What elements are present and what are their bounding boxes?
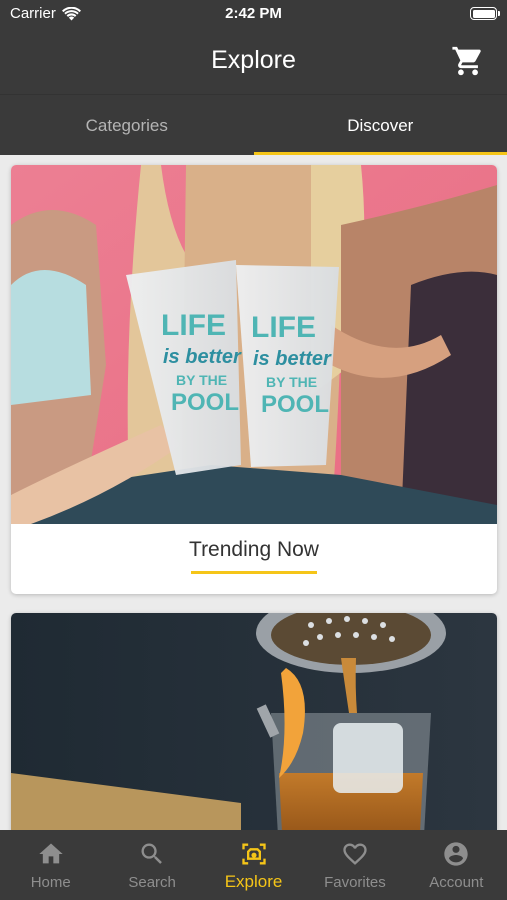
nav-explore[interactable]: Explore [203,830,304,900]
svg-text:POOL: POOL [171,389,239,416]
tab-categories[interactable]: Categories [0,95,254,155]
nav-home[interactable]: Home [0,830,101,900]
cart-button[interactable] [451,44,485,78]
bottom-tab-bar: Home Search Explore Favorites Account [0,830,507,900]
tab-discover[interactable]: Discover [253,95,507,155]
nav-explore-label: Explore [224,872,283,891]
battery-fill [472,9,495,18]
trending-card-image: LIFE is better BY THE POOL LIFE is bette… [11,165,497,524]
status-time: 2:42 PM [225,5,282,22]
shopping-cart-icon [452,46,481,76]
svg-text:is better: is better [253,348,332,370]
battery-icon [470,7,500,20]
home-icon [39,843,63,864]
search-icon [141,843,163,864]
category-card-cocktail[interactable] [11,613,497,853]
nav-favorites[interactable]: Favorites [304,830,405,900]
card-title: Trending Now [189,538,319,561]
nav-header: Explore [0,28,507,94]
svg-text:is better: is better [163,346,242,368]
segmented-tabs: Categories Discover [0,94,507,155]
nav-favorites-label: Favorites [324,874,386,891]
nav-account[interactable]: Account [406,830,507,900]
nav-search-label: Search [128,874,176,891]
heart-icon [343,843,367,865]
nav-home-label: Home [30,874,71,891]
svg-text:BY THE: BY THE [176,372,227,388]
svg-text:LIFE: LIFE [251,311,316,344]
explore-icon [241,843,266,865]
nav-account-label: Account [429,874,484,891]
card-title-underline [191,571,317,574]
status-bar: Carrier 2:42 PM [0,0,507,28]
cocktail-card-image [11,613,497,853]
nav-search[interactable]: Search [101,830,202,900]
account-icon [444,842,468,866]
category-card-trending[interactable]: LIFE is better BY THE POOL LIFE is bette… [11,165,497,594]
svg-text:POOL: POOL [261,391,329,418]
svg-text:BY THE: BY THE [266,374,317,390]
page-title: Explore [211,46,296,74]
svg-text:LIFE: LIFE [161,309,226,342]
card-footer: Trending Now [11,524,497,594]
